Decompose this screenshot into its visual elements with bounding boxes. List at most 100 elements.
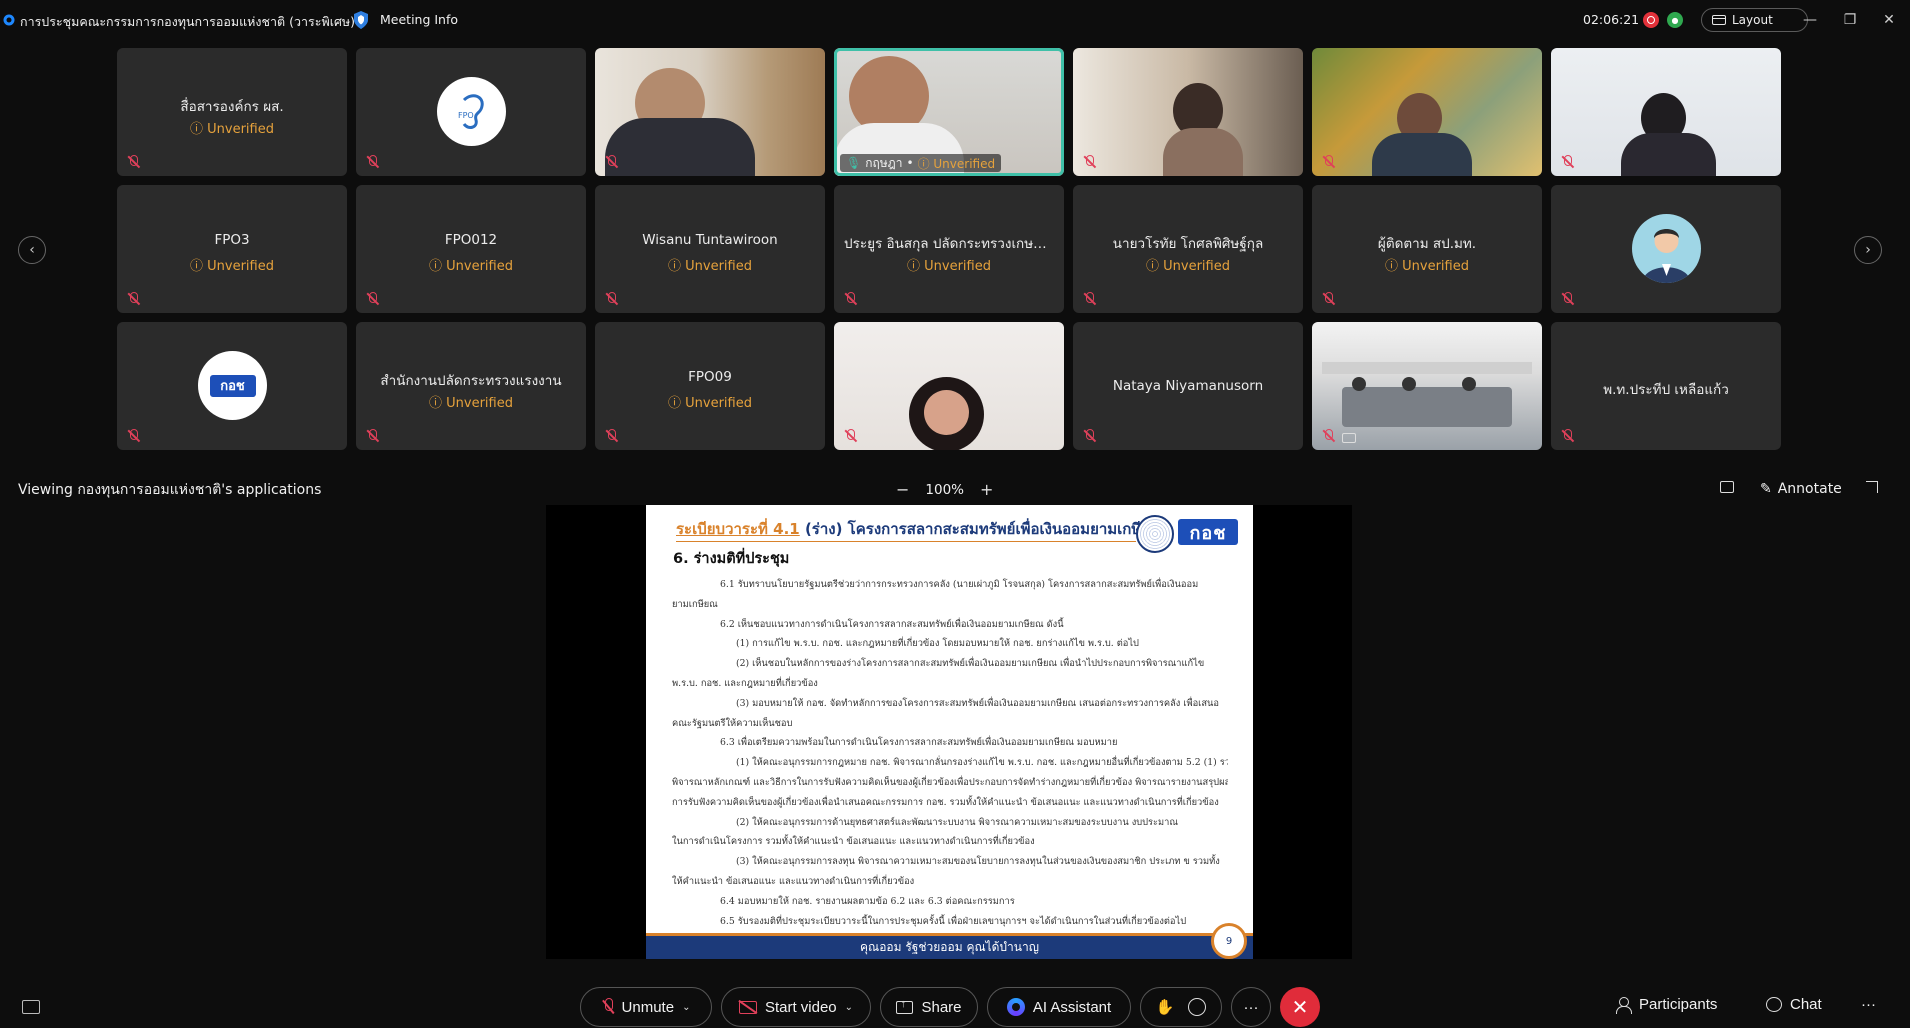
muted-mic-icon — [1321, 154, 1335, 170]
chevron-down-icon[interactable]: ⌄ — [682, 1002, 690, 1013]
participant-tile[interactable]: Nataya Niyamanusorn — [1073, 322, 1303, 450]
muted-mic-icon — [365, 428, 379, 444]
unverified-badge: ⓘ Unverified — [190, 122, 274, 137]
raise-hand-icon[interactable]: ✋ — [1156, 998, 1175, 1016]
fpo-logo-icon: FPO — [458, 93, 484, 129]
restore-icon[interactable]: ❐ — [1840, 10, 1860, 30]
participant-tile[interactable]: สื่อสารองค์กร ผส. ⓘ Unverified — [117, 48, 347, 176]
participant-tile[interactable]: FPO012 ⓘ Unverified — [356, 185, 586, 313]
zoom-level: 100% — [925, 481, 965, 498]
next-page-icon[interactable]: › — [1854, 236, 1882, 264]
participant-name: นายวโรทัย โกศลพิศิษฐ์กุล — [1112, 236, 1264, 252]
captions-icon[interactable] — [22, 1000, 40, 1014]
recording-icon[interactable] — [1643, 12, 1659, 28]
participant-tile[interactable]: กอช — [117, 322, 347, 450]
participant-name: ประยูร อินสกุล ปลัดกระทรวงเกษต... — [844, 236, 1055, 252]
participant-name: Nataya Niyamanusorn — [1112, 378, 1264, 394]
participant-tile[interactable]: 🎙 กฤษฎา • ⓘ Unverified — [834, 48, 1064, 176]
participant-name: สำนักงานปลัดกระทรวงแรงงาน — [380, 373, 562, 389]
minimize-icon[interactable]: — — [1800, 10, 1820, 30]
unverified-badge: ⓘ Unverified — [190, 259, 274, 274]
participant-tile[interactable]: สำนักงานปลัดกระทรวงแรงงาน ⓘ Unverified — [356, 322, 586, 450]
video-feed — [1551, 48, 1781, 176]
participant-tile[interactable] — [1551, 185, 1781, 313]
participant-name: พ.ท.ประทีป เหลือแก้ว — [1603, 382, 1729, 398]
slide-section-heading: 6. ร่างมติที่ประชุม — [673, 551, 790, 567]
mic-icon: 🎙 — [846, 156, 862, 170]
participants-button[interactable]: Participants — [1615, 996, 1718, 1014]
more-options-button[interactable]: ··· — [1231, 987, 1271, 1027]
muted-mic-icon — [1560, 428, 1574, 444]
start-video-button[interactable]: Start video ⌄ — [721, 987, 871, 1027]
overflow-menu-button[interactable]: ··· — [1861, 996, 1876, 1013]
ai-assistant-button[interactable]: AI Assistant — [987, 987, 1131, 1027]
user-avatar-icon — [1642, 229, 1691, 283]
chat-icon — [1766, 997, 1782, 1012]
participant-tile[interactable]: ผู้ติดตาม สป.มท. ⓘ Unverified — [1312, 185, 1542, 313]
participant-name: FPO012 — [444, 232, 498, 248]
slide-body: 6.1 รับทราบนโยบายรัฐมนตรีช่วยว่าการกระทร… — [672, 579, 1228, 927]
webex-logo-icon — [3, 14, 15, 26]
zoom-in-button[interactable]: + — [980, 480, 993, 499]
shield-icon[interactable] — [352, 10, 370, 30]
muted-mic-icon — [843, 291, 857, 307]
participant-name: FPO09 — [688, 369, 732, 385]
muted-mic-icon — [1082, 428, 1096, 444]
end-call-button[interactable]: ✕ — [1280, 987, 1320, 1027]
participant-tile[interactable]: Wisanu Tuntawiroon ⓘ Unverified — [595, 185, 825, 313]
participant-tile[interactable]: FPO09 ⓘ Unverified — [595, 322, 825, 450]
unmute-button[interactable]: Unmute ⌄ — [580, 987, 712, 1027]
muted-mic-icon — [604, 291, 618, 307]
annotate-button[interactable]: ✎ Annotate — [1760, 481, 1842, 497]
ai-assistant-label: AI Assistant — [1032, 998, 1112, 1016]
participant-tile[interactable]: ประยูร อินสกุล ปลัดกระทรวงเกษต... ⓘ Unve… — [834, 185, 1064, 313]
participant-tile[interactable]: พ.ท.ประทีป เหลือแก้ว — [1551, 322, 1781, 450]
unmute-label: Unmute — [621, 998, 675, 1016]
participants-label: Participants — [1639, 996, 1718, 1013]
previous-page-icon[interactable]: ‹ — [18, 236, 46, 264]
nsf-logo-icon: กอช — [1178, 519, 1238, 545]
participant-tile[interactable]: FPO3 ⓘ Unverified — [117, 185, 347, 313]
share-screen-icon — [896, 998, 914, 1014]
share-button[interactable]: Share — [880, 987, 978, 1027]
pop-out-icon[interactable] — [1720, 481, 1734, 493]
video-feed — [595, 48, 825, 176]
participant-tile[interactable]: FPO — [356, 48, 586, 176]
title-bar: การประชุมคณะกรรมการกองทุนการออมแห่งชาติ … — [0, 0, 1910, 40]
pen-icon: ✎ — [1760, 481, 1772, 497]
participant-tile[interactable]: นายวโรทัย โกศลพิศิษฐ์กุล ⓘ Unverified — [1073, 185, 1303, 313]
muted-mic-icon — [126, 154, 140, 170]
zoom-out-button[interactable]: − — [896, 480, 909, 499]
chat-button[interactable]: Chat — [1766, 996, 1822, 1013]
muted-mic-icon — [1321, 291, 1335, 307]
meeting-info-button[interactable]: Meeting Info — [380, 12, 458, 27]
participant-tile[interactable] — [1312, 48, 1542, 176]
muted-mic-icon — [365, 154, 379, 170]
layout-button[interactable]: Layout — [1701, 8, 1808, 32]
unverified-badge: ⓘ Unverified — [668, 396, 752, 411]
fullscreen-icon[interactable] — [1866, 481, 1878, 493]
muted-mic-icon — [126, 428, 140, 444]
participant-name: Wisanu Tuntawiroon — [642, 232, 778, 248]
muted-mic-icon — [1321, 428, 1335, 444]
speaker-label: 🎙 กฤษฎา • ⓘ Unverified — [840, 154, 1002, 172]
close-icon[interactable]: ✕ — [1879, 10, 1899, 30]
reactions-icon[interactable] — [1188, 998, 1207, 1016]
chevron-down-icon[interactable]: ⌄ — [845, 1002, 853, 1013]
connection-status-icon[interactable]: ● — [1667, 12, 1683, 28]
avatar: FPO — [437, 77, 506, 146]
muted-mic-icon — [126, 291, 140, 307]
participant-name: FPO3 — [214, 232, 250, 248]
unverified-badge: ⓘ Unverified — [668, 259, 752, 274]
participant-tile[interactable] — [1551, 48, 1781, 176]
participant-tile[interactable] — [1073, 48, 1303, 176]
sharing-status: Viewing กองทุนการออมแห่งชาติ's applicati… — [18, 482, 322, 498]
annotate-label: Annotate — [1777, 481, 1842, 497]
participant-tile[interactable] — [1312, 322, 1542, 450]
unverified-badge: ⓘ Unverified — [1385, 259, 1469, 274]
avatar — [1632, 214, 1701, 283]
participant-tile[interactable] — [834, 322, 1064, 450]
slide-title: ระเบียบวาระที่ 4.1 (ร่าง) โครงการสลากสะส… — [676, 520, 1164, 538]
participant-tile[interactable] — [595, 48, 825, 176]
video-feed — [834, 322, 1064, 450]
